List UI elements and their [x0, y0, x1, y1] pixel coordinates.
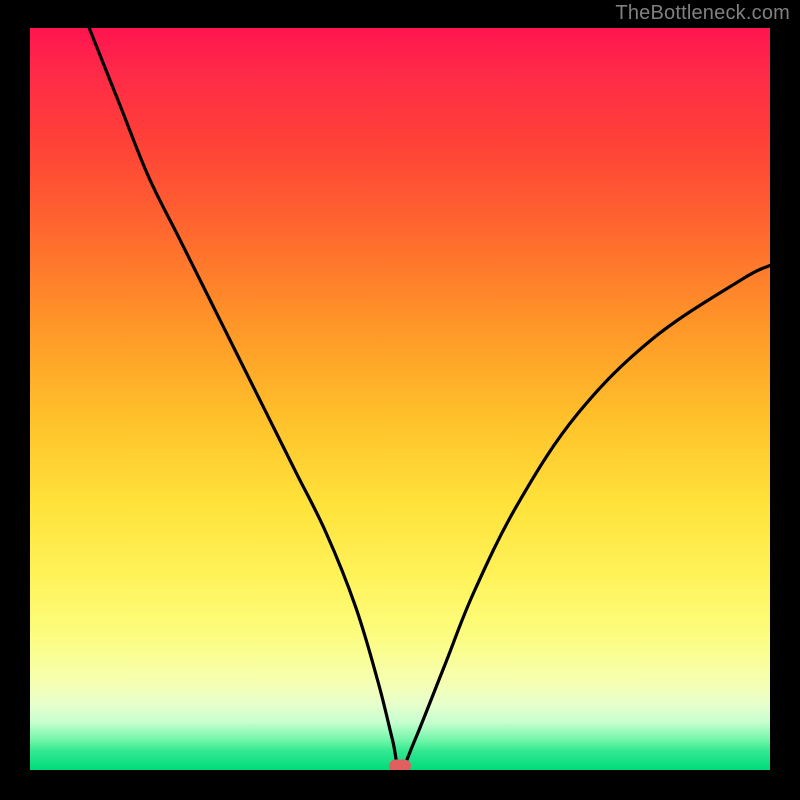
- plot-area: [30, 28, 770, 770]
- optimal-marker: [389, 760, 411, 771]
- attribution-text: TheBottleneck.com: [615, 2, 790, 25]
- curve-svg: [30, 28, 770, 770]
- chart-frame: TheBottleneck.com: [0, 0, 800, 800]
- bottleneck-curve: [89, 28, 770, 770]
